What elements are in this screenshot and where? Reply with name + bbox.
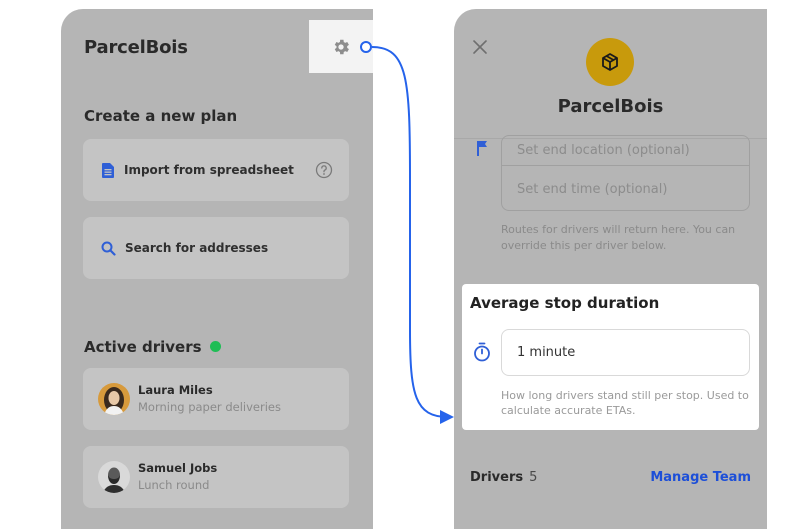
active-drivers-label: Active drivers [84, 338, 202, 356]
driver-route: Lunch round [138, 478, 210, 492]
avatar [98, 383, 130, 415]
stop-duration-input[interactable]: 1 minute [501, 329, 750, 376]
active-drivers-heading: Active drivers [84, 338, 221, 356]
driver-name: Samuel Jobs [138, 461, 218, 475]
search-addresses-label: Search for addresses [125, 241, 269, 255]
stop-duration-title: Average stop duration [470, 294, 660, 312]
end-location-group: Set end location (optional) Set end time… [501, 135, 750, 211]
spreadsheet-icon [102, 162, 114, 178]
driver-card-samuel[interactable]: Samuel Jobs Lunch round [83, 446, 349, 508]
connector-line [371, 46, 449, 418]
avatar [98, 461, 130, 493]
flag-icon [477, 141, 487, 156]
import-spreadsheet-button[interactable]: Import from spreadsheet [83, 139, 349, 201]
app-title: ParcelBois [84, 37, 188, 58]
driver-route: Morning paper deliveries [138, 400, 281, 414]
import-spreadsheet-label: Import from spreadsheet [124, 163, 294, 177]
manage-team-link[interactable]: Manage Team [650, 470, 751, 485]
drivers-section-label: Drivers 5 [470, 470, 537, 485]
settings-screen: ParcelBois Set end location (optional) S… [454, 9, 767, 529]
page-title: ParcelBois [557, 96, 664, 117]
drivers-label: Drivers [470, 470, 524, 485]
driver-card-laura[interactable]: Laura Miles Morning paper deliveries [83, 368, 349, 430]
end-location-field[interactable]: Set end location (optional) [517, 143, 690, 158]
field-divider [502, 165, 749, 166]
settings-button[interactable] [309, 20, 373, 73]
end-time-field[interactable]: Set end time (optional) [517, 182, 667, 197]
online-status-dot [209, 341, 221, 352]
stop-duration-hint: How long drivers stand still per stop. U… [501, 389, 749, 417]
return-hint: Routes for drivers will return here. You… [501, 223, 736, 252]
search-addresses-button[interactable]: Search for addresses [83, 217, 349, 279]
app-logo [586, 38, 634, 86]
create-plan-heading: Create a new plan [84, 107, 238, 125]
arrow-head-icon [440, 410, 454, 424]
settings-entry-screen: ParcelBois Create a new plan Import from… [61, 9, 373, 529]
stop-duration-section: Average stop duration 1 minute How long … [462, 284, 759, 430]
package-icon [602, 53, 618, 71]
close-icon[interactable] [472, 39, 488, 55]
search-icon [101, 241, 116, 256]
driver-name: Laura Miles [138, 383, 213, 397]
gear-icon [334, 39, 349, 54]
drivers-count: 5 [529, 470, 538, 485]
help-icon[interactable] [315, 161, 333, 179]
stopwatch-icon [474, 342, 490, 362]
